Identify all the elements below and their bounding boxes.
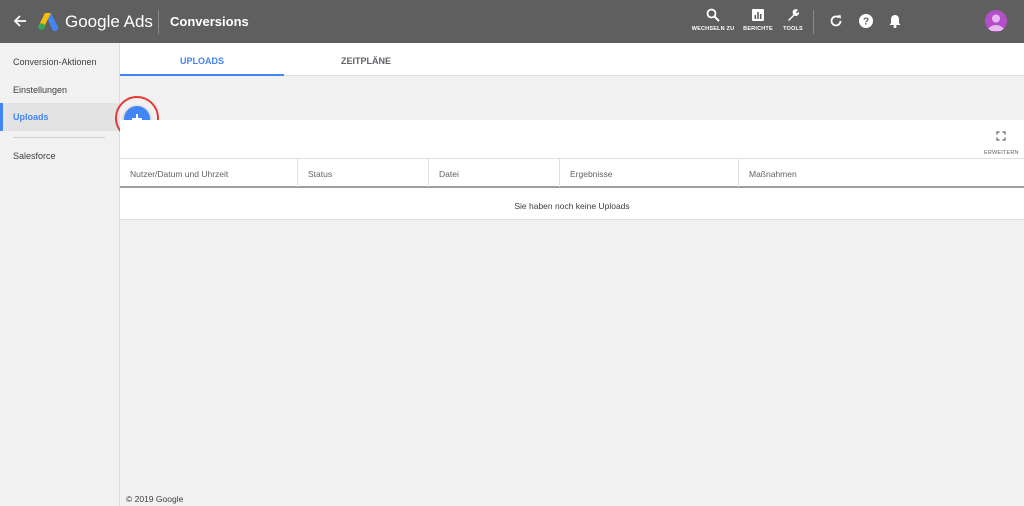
- tool-tools[interactable]: TOOLS: [768, 8, 818, 32]
- sidebar-item-settings[interactable]: Einstellungen: [0, 76, 120, 104]
- column-header-file[interactable]: Datei: [429, 159, 560, 187]
- header-divider: [158, 10, 159, 34]
- footer-copyright: © 2019 Google: [126, 494, 184, 504]
- uploads-table: ERWEITERN Nutzer/Datum und Uhrzeit Statu…: [120, 120, 1024, 220]
- wrench-icon: [788, 9, 800, 21]
- header-separator: [813, 10, 814, 34]
- column-header-results[interactable]: Ergebnisse: [560, 159, 739, 187]
- tab-schedules[interactable]: ZEITPLÄNE: [284, 43, 448, 76]
- sidebar-item-conversion-actions[interactable]: Conversion-Aktionen: [0, 48, 120, 76]
- sidebar-divider: [13, 137, 105, 138]
- column-header-status[interactable]: Status: [298, 159, 429, 187]
- expand-label: ERWEITERN: [984, 150, 1019, 156]
- tool-switch-to[interactable]: WECHSELN ZU: [688, 8, 738, 32]
- tab-uploads[interactable]: UPLOADS: [120, 43, 284, 76]
- refresh-icon[interactable]: [828, 13, 844, 29]
- tool-switch-to-label: WECHSELN ZU: [691, 26, 735, 32]
- column-header-user-date[interactable]: Nutzer/Datum und Uhrzeit: [120, 159, 298, 187]
- fullscreen-icon: [996, 131, 1006, 141]
- reports-icon: [752, 9, 764, 21]
- search-icon: [706, 8, 720, 22]
- empty-state-message: Sie haben noch keine Uploads: [120, 190, 1024, 220]
- google-ads-logo-icon: [37, 11, 59, 32]
- help-icon[interactable]: ?: [858, 13, 874, 29]
- app-name[interactable]: Google Ads: [65, 12, 153, 32]
- sidebar: Conversion-Aktionen Einstellungen Upload…: [0, 43, 120, 506]
- expand-button[interactable]: ERWEITERN: [984, 128, 1019, 156]
- page-title: Conversions: [170, 14, 249, 29]
- column-header-actions[interactable]: Maßnahmen: [739, 159, 1024, 187]
- back-arrow-icon[interactable]: [10, 9, 30, 33]
- sidebar-item-uploads[interactable]: Uploads: [0, 103, 120, 131]
- sidebar-item-salesforce[interactable]: Salesforce: [0, 142, 120, 170]
- notifications-icon[interactable]: [887, 13, 903, 29]
- tab-bar: UPLOADS ZEITPLÄNE: [120, 43, 1024, 76]
- table-header: Nutzer/Datum und Uhrzeit Status Datei Er…: [120, 158, 1024, 188]
- svg-text:?: ?: [863, 17, 869, 28]
- top-bar: Google Ads Conversions WECHSELN ZU BERIC…: [0, 0, 1024, 43]
- tool-tools-label: TOOLS: [783, 26, 803, 32]
- avatar[interactable]: [985, 10, 1007, 32]
